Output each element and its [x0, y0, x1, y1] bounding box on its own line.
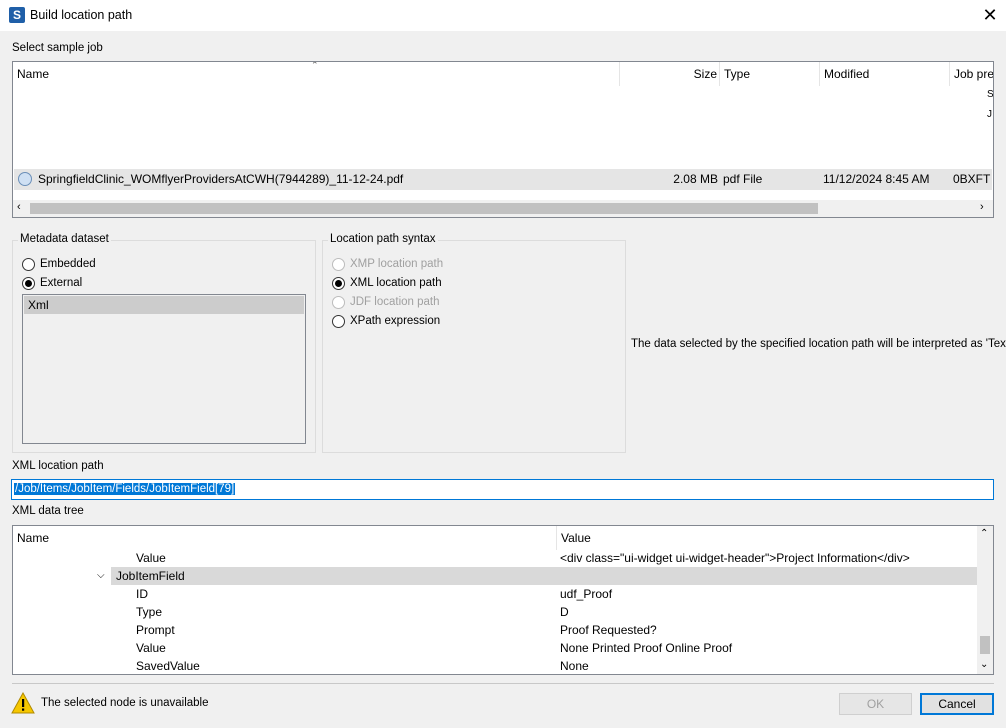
- tree-row[interactable]: Prompt Proof Requested?: [13, 621, 977, 639]
- file-size: 2.08 MB: [673, 172, 718, 186]
- xml-location-path-input[interactable]: /Job/Items/JobItem/Fields/JobItemField[7…: [11, 479, 994, 500]
- file-name: SpringfieldClinic_WOMflyerProvidersAtCWH…: [38, 172, 404, 186]
- tree-row[interactable]: Value <div class="ui-widget ui-widget-he…: [13, 549, 977, 567]
- radio-embedded[interactable]: [22, 258, 35, 271]
- ok-button[interactable]: OK: [839, 693, 912, 715]
- xml-location-path-value: /Job/Items/JobItem/Fields/JobItemField[7…: [14, 483, 236, 495]
- tree-row[interactable]: Value None Printed Proof Online Proof: [13, 639, 977, 657]
- scrollbar-thumb[interactable]: [30, 203, 818, 214]
- location-syntax-title: Location path syntax: [328, 233, 438, 245]
- tree-node-name: Prompt: [136, 623, 175, 637]
- tree-node-name: ID: [136, 587, 148, 601]
- horizontal-scrollbar[interactable]: ‹ ›: [13, 200, 993, 217]
- tree-node-name: SavedValue: [136, 659, 200, 673]
- radio-xml-label[interactable]: XML location path: [350, 277, 442, 289]
- sample-job-list[interactable]: Name ⌃ Size Type Modified Job pre S J Sp…: [12, 61, 994, 218]
- tree-node-name: JobItemField: [116, 569, 185, 583]
- column-header-job-prefix[interactable]: Job pre: [950, 62, 993, 86]
- tree-header: Name Value: [13, 526, 993, 550]
- file-job-prefix: 0BXFT: [953, 172, 991, 186]
- title-bar: [0, 0, 1006, 31]
- xml-data-tree[interactable]: Name Value Value <div class="ui-widget u…: [12, 525, 994, 675]
- metadata-dataset-title: Metadata dataset: [18, 233, 111, 245]
- tree-node-value: Proof Requested?: [560, 623, 657, 637]
- tree-node-name: Type: [136, 605, 163, 619]
- column-header-value[interactable]: Value: [557, 526, 977, 550]
- tree-row[interactable]: SavedValue None: [13, 657, 977, 674]
- radio-xml-location-path[interactable]: [332, 277, 345, 290]
- scrollbar-thumb[interactable]: [980, 636, 990, 654]
- column-header-size[interactable]: Size: [620, 62, 720, 86]
- close-icon[interactable]: ✕: [976, 4, 1004, 28]
- radio-xpath-label[interactable]: XPath expression: [350, 315, 440, 327]
- file-modified: 11/12/2024 8:45 AM: [823, 172, 930, 186]
- tree-row[interactable]: Type D: [13, 603, 977, 621]
- location-syntax-group: [322, 240, 626, 453]
- radio-xmp-label: XMP location path: [350, 258, 444, 270]
- xml-location-path-label: XML location path: [12, 460, 104, 472]
- list-header: Name ⌃ Size Type Modified Job pre: [13, 62, 993, 86]
- warning-icon: [11, 692, 35, 714]
- radio-jdf-label: JDF location path: [350, 296, 440, 308]
- app-icon: S: [9, 7, 25, 23]
- radio-xpath-expression[interactable]: [332, 315, 345, 328]
- xml-data-tree-label: XML data tree: [12, 505, 84, 517]
- status-message: The selected node is unavailable: [41, 697, 209, 709]
- scroll-up-icon[interactable]: ⌃: [980, 528, 988, 539]
- radio-external-label[interactable]: External: [40, 277, 82, 289]
- scroll-right-icon[interactable]: ›: [980, 201, 984, 213]
- column-header-modified[interactable]: Modified: [820, 62, 950, 86]
- tree-node-value: None Printed Proof Online Proof: [560, 641, 733, 655]
- divider: [12, 683, 994, 684]
- vertical-scrollbar[interactable]: ⌃ ⌄: [977, 526, 993, 674]
- tree-row-selected[interactable]: ⌵ JobItemField: [97, 567, 977, 585]
- chevron-down-icon[interactable]: ⌵: [97, 567, 105, 585]
- dataset-listbox[interactable]: Xml: [22, 294, 306, 444]
- overflow-char: S: [987, 89, 994, 100]
- cancel-button[interactable]: Cancel: [920, 693, 994, 715]
- tree-node-value: <div class="ui-widget ui-widget-header">…: [560, 551, 910, 565]
- tree-node-value: udf_Proof: [560, 587, 613, 601]
- tree-row[interactable]: ID udf_Proof: [13, 585, 977, 603]
- list-item[interactable]: SpringfieldClinic_WOMflyerProvidersAtCWH…: [14, 169, 992, 190]
- tree-node-name: Value: [136, 641, 166, 655]
- list-item-label: Xml: [28, 298, 49, 312]
- file-type: pdf File: [723, 172, 763, 186]
- radio-jdf-location-path: [332, 296, 345, 309]
- column-header-name[interactable]: Name: [13, 526, 557, 550]
- radio-embedded-label[interactable]: Embedded: [40, 258, 96, 270]
- scroll-left-icon[interactable]: ‹: [17, 201, 21, 213]
- overflow-char: J: [987, 109, 992, 120]
- scroll-down-icon[interactable]: ⌄: [980, 659, 988, 670]
- list-item[interactable]: Xml: [24, 296, 304, 314]
- tree-node-value: None: [560, 659, 589, 673]
- window-title: Build location path: [30, 8, 133, 22]
- interpretation-note: The data selected by the specified locat…: [631, 338, 1006, 350]
- pdf-file-icon: [18, 172, 32, 186]
- column-header-type[interactable]: Type: [720, 62, 820, 86]
- sample-job-label: Select sample job: [12, 42, 103, 54]
- radio-xmp-location-path: [332, 258, 345, 271]
- sort-ascending-icon: ⌃: [311, 61, 319, 70]
- tree-node-name: Value: [136, 551, 166, 565]
- radio-external[interactable]: [22, 277, 35, 290]
- tree-node-value: D: [560, 605, 569, 619]
